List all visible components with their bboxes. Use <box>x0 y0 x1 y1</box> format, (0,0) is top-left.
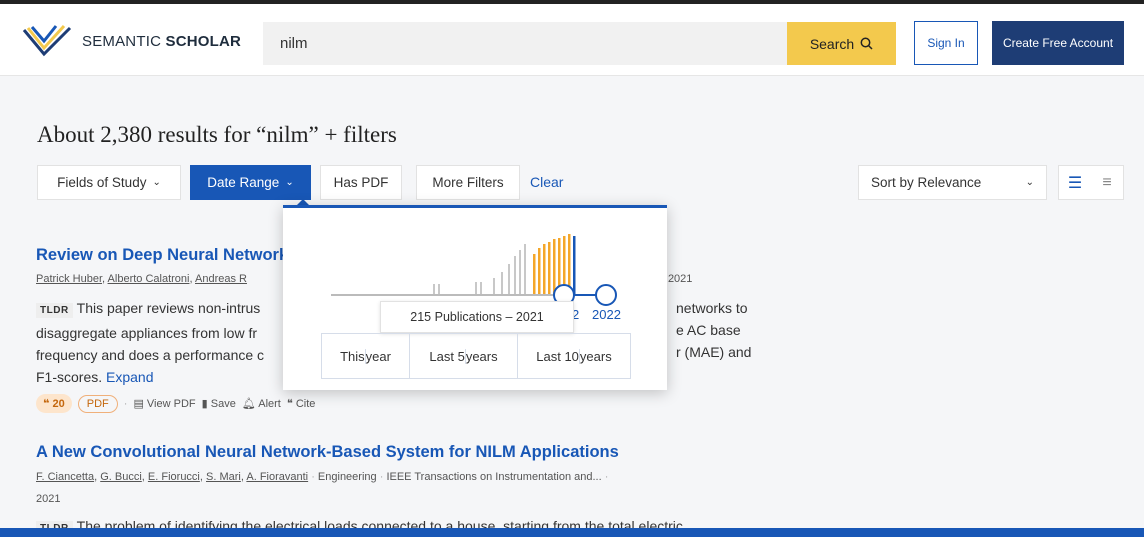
author-link[interactable]: E. Fiorucci <box>148 471 200 483</box>
paper-year: 2021 <box>36 493 61 505</box>
histogram-bar <box>475 282 477 294</box>
histogram-bar <box>533 254 536 294</box>
create-account-button[interactable]: Create Free Account <box>992 21 1124 65</box>
semantic-scholar-logo-icon <box>22 24 72 57</box>
tldr-line: networks to <box>676 300 748 316</box>
end-year-label: 2022 <box>592 307 621 322</box>
quick-range-options: This year Last 5 years Last 10 years <box>321 333 631 379</box>
histogram-bar <box>524 244 526 294</box>
publication-histogram <box>433 234 576 294</box>
author-link[interactable]: Patrick Huber <box>36 273 102 285</box>
citation-count: 20 <box>52 398 65 410</box>
histogram-bar <box>538 248 541 294</box>
sort-dropdown[interactable]: Sort by Relevance ⌄ <box>858 165 1047 200</box>
pdf-file-icon: ▤ <box>133 398 144 410</box>
tldr-line: This paper reviews non-intrus <box>76 300 261 316</box>
slider-end-handle[interactable] <box>595 284 617 306</box>
author-link[interactable]: F. Ciancetta <box>36 471 94 483</box>
alert-button[interactable]: 🔔︎ Alert <box>242 397 281 410</box>
view-toggle: ☰ ≡ <box>1058 165 1124 200</box>
this-year-option[interactable]: This year <box>322 334 410 378</box>
tldr-line: r (MAE) and <box>676 344 752 360</box>
chevron-down-icon: ⌄ <box>1025 177 1034 188</box>
clear-filters-link[interactable]: Clear <box>530 174 563 190</box>
tldr-badge: TLDR <box>36 303 73 318</box>
paper-title[interactable]: A New Convolutional Neural Network-Based… <box>36 443 619 462</box>
histogram-bar <box>508 264 510 294</box>
last-5-years-option[interactable]: Last 5 years <box>410 334 518 378</box>
author-link[interactable]: S. Mari <box>206 471 241 483</box>
bell-icon: 🔔︎ <box>241 398 256 410</box>
histogram-bar <box>514 256 516 294</box>
logo-text: SEMANTIC SCHOLAR <box>82 32 242 50</box>
separator-dot: · <box>123 397 128 410</box>
search-input[interactable] <box>263 22 787 65</box>
sign-in-button[interactable]: Sign In <box>914 21 978 65</box>
histogram-bar <box>501 272 503 294</box>
separator-dot: · <box>311 471 318 483</box>
view-pdf-button[interactable]: ▤ View PDF <box>133 397 195 410</box>
paper-tldr-right: networks to e AC base r (MAE) and <box>676 297 776 363</box>
cite-label: Cite <box>295 398 316 410</box>
quote-icon: ❝ <box>43 398 50 410</box>
logo[interactable]: SEMANTIC SCHOLAR <box>22 24 241 58</box>
bottom-banner <box>0 528 1144 537</box>
sort-label: Sort by Relevance <box>871 175 982 190</box>
site-header: SEMANTIC SCHOLAR Search Sign In Create F… <box>0 4 1144 76</box>
paper-authors: F. Ciancetta, G. Bucci, E. Fiorucci, S. … <box>36 471 609 483</box>
author-link[interactable]: Alberto Calatroni <box>108 273 190 285</box>
cite-button[interactable]: ❝ Cite <box>287 397 316 410</box>
search-button[interactable]: Search <box>787 22 896 65</box>
search-bar: Search <box>263 22 896 65</box>
paper-authors: Patrick Huber, Alberto Calatroni, Andrea… <box>36 273 247 285</box>
paper-title[interactable]: Review on Deep Neural Network <box>36 246 288 265</box>
alert-label: Alert <box>258 398 281 410</box>
tldr-line: e AC base <box>676 322 741 338</box>
date-range-popup: 2 2022 215 Publications – 2021 This year … <box>283 205 667 390</box>
option-label: Last 5 years <box>429 348 498 364</box>
paper-venue: IEEE Transactions on Instrumentation and… <box>386 471 602 483</box>
has-pdf-toggle[interactable]: Has PDF <box>320 165 402 200</box>
histogram-bar <box>493 278 495 294</box>
fields-of-study-label: Fields of Study <box>57 175 147 190</box>
author-link[interactable]: G. Bucci <box>100 471 142 483</box>
paper-actions: ❝ 20 PDF · ▤ View PDF ▮ Save 🔔︎ Alert ❝ … <box>36 394 315 413</box>
citation-count-badge[interactable]: ❝ 20 <box>36 394 72 413</box>
search-button-label: Search <box>809 35 855 52</box>
histogram-bar <box>433 284 435 294</box>
quote-icon: ❝ <box>286 398 293 410</box>
histogram-bar <box>519 250 521 294</box>
chevron-down-icon: ⌄ <box>285 177 294 188</box>
pdf-badge[interactable]: PDF <box>77 394 118 413</box>
view-pdf-label: View PDF <box>146 398 196 410</box>
date-range-label: Date Range <box>207 175 280 190</box>
last-10-years-option[interactable]: Last 10 years <box>518 334 630 378</box>
tldr-line: F1-scores. <box>36 369 103 385</box>
date-range-dropdown[interactable]: Date Range ⌄ <box>190 165 311 200</box>
chevron-down-icon: ⌄ <box>152 177 161 188</box>
paper-field: Engineering <box>317 471 377 483</box>
more-filters-button[interactable]: More Filters <box>416 165 520 200</box>
histogram-bar <box>480 282 482 294</box>
results-heading: About 2,380 results for “nilm” + filters <box>37 122 397 147</box>
save-button[interactable]: ▮ Save <box>202 397 236 410</box>
histogram-bar <box>548 242 551 294</box>
option-label: Last 10 years <box>536 348 612 364</box>
fields-of-study-dropdown[interactable]: Fields of Study ⌄ <box>37 165 181 200</box>
histogram-bar <box>553 239 556 294</box>
list-view-icon[interactable]: ☰ <box>1059 166 1091 199</box>
histogram-bar <box>438 284 440 294</box>
publication-count-tooltip: 215 Publications – 2021 <box>380 301 574 333</box>
author-link[interactable]: Andreas R <box>195 273 247 285</box>
author-link[interactable]: A. Fioravanti <box>246 471 308 483</box>
save-label: Save <box>210 398 236 410</box>
histogram-bar <box>543 244 546 294</box>
expand-link[interactable]: Expand <box>106 369 153 385</box>
option-label: This year <box>340 348 391 364</box>
bookmark-icon: ▮ <box>201 398 208 410</box>
search-icon <box>860 37 873 50</box>
histogram-bar <box>573 236 576 294</box>
separator-dot: · <box>604 471 609 483</box>
compact-view-icon[interactable]: ≡ <box>1091 166 1123 199</box>
